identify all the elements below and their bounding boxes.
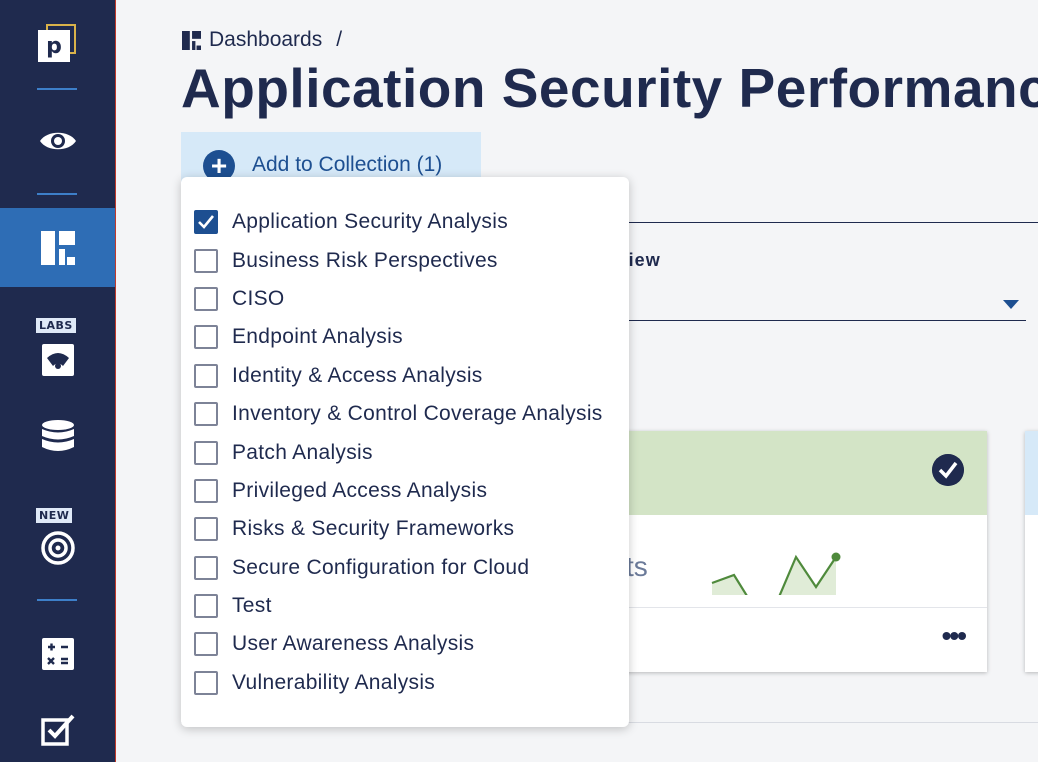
check-icon — [198, 215, 215, 230]
collection-option-label: Application Security Analysis — [232, 210, 508, 234]
collection-option[interactable]: Identity & Access Analysis — [181, 357, 629, 395]
checkbox-unchecked[interactable] — [194, 632, 218, 657]
checkbox-unchecked[interactable] — [194, 402, 218, 427]
database-icon — [41, 420, 74, 451]
collections-dropdown: Application Security Analysis Business Ri… — [181, 177, 629, 727]
target-icon — [40, 531, 75, 565]
breadcrumb-dashboards-link[interactable]: Dashboards — [209, 28, 322, 52]
checkbox-unchecked[interactable] — [194, 517, 218, 542]
collection-option-label: Vulnerability Analysis — [232, 670, 436, 694]
sidebar: p LABS NEW — [0, 0, 116, 762]
checkbox-unchecked[interactable] — [194, 670, 218, 695]
collection-option[interactable]: Endpoint Analysis — [181, 318, 629, 356]
check-circle-icon — [932, 454, 964, 486]
sidebar-item-data[interactable] — [0, 414, 115, 460]
sidebar-item-views[interactable] — [0, 112, 115, 170]
collection-option-label: Secure Configuration for Cloud — [232, 555, 530, 579]
page-title: Application Security Performance — [181, 57, 1038, 119]
checkbox-unchecked[interactable] — [194, 325, 218, 350]
sidebar-item-calculator[interactable] — [0, 634, 115, 674]
chevron-down-icon[interactable] — [1003, 300, 1019, 309]
breadcrumb: Dashboards / — [182, 28, 342, 52]
collection-option-label: Identity & Access Analysis — [232, 363, 483, 387]
card-metric-label: ts — [626, 551, 648, 582]
logo-letter: p — [38, 30, 70, 62]
checkbox-unchecked[interactable] — [194, 440, 218, 465]
sparkline-chart — [711, 552, 841, 595]
sidebar-item-tasks[interactable] — [0, 710, 115, 750]
collection-option-label: Business Risk Perspectives — [232, 248, 498, 272]
collection-option[interactable]: User Awareness Analysis — [181, 625, 629, 663]
sidebar-divider — [37, 88, 77, 90]
breadcrumb-separator: / — [336, 28, 343, 51]
checkbox-unchecked[interactable] — [194, 555, 218, 580]
dashboard-card[interactable] — [1025, 431, 1038, 672]
more-options-button[interactable]: ••• — [942, 620, 967, 652]
collection-option-label: User Awareness Analysis — [232, 632, 475, 656]
eye-icon — [39, 132, 76, 150]
collection-option[interactable]: CISO — [181, 280, 629, 318]
collection-option-label: Test — [232, 594, 272, 618]
app-logo[interactable]: p — [38, 24, 76, 62]
checkbox-unchecked[interactable] — [194, 248, 218, 273]
add-to-collection-label: Add to Collection (1) — [252, 153, 443, 176]
checkbox-unchecked[interactable] — [194, 286, 218, 311]
card-header — [1025, 431, 1038, 515]
view-select[interactable] — [600, 320, 1026, 321]
collection-option[interactable]: Business Risk Perspectives — [181, 241, 629, 279]
labs-gauge-icon — [41, 344, 74, 376]
calculator-icon — [41, 638, 74, 670]
checkbox-unchecked[interactable] — [194, 594, 218, 619]
sidebar-item-labs[interactable] — [0, 340, 115, 380]
collection-option-label: Risks & Security Frameworks — [232, 517, 515, 541]
collection-option[interactable]: Privileged Access Analysis — [181, 472, 629, 510]
checkbox-checked[interactable] — [194, 210, 218, 235]
collection-option[interactable]: Secure Configuration for Cloud — [181, 549, 629, 587]
checkbox-icon — [40, 714, 74, 746]
sidebar-divider — [37, 599, 77, 601]
collection-option[interactable]: Risks & Security Frameworks — [181, 510, 629, 548]
collection-option[interactable]: Vulnerability Analysis — [181, 664, 629, 702]
checkbox-unchecked[interactable] — [194, 478, 218, 503]
new-badge: NEW — [36, 508, 73, 523]
collection-option-label: Patch Analysis — [232, 440, 373, 464]
dashboard-icon — [182, 30, 201, 50]
checkbox-unchecked[interactable] — [194, 363, 218, 388]
card-body: ts — [600, 515, 987, 608]
collection-option-label: Privileged Access Analysis — [232, 478, 488, 502]
collection-option-label: Inventory & Control Coverage Analysis — [232, 402, 603, 426]
collection-option-label: CISO — [232, 286, 285, 310]
collection-option[interactable]: Inventory & Control Coverage Analysis — [181, 395, 629, 433]
sidebar-divider — [37, 193, 77, 195]
collection-option[interactable]: Patch Analysis — [181, 433, 629, 471]
collection-option[interactable]: Test — [181, 587, 629, 625]
tabs-underline — [600, 222, 1038, 223]
dashboard-card[interactable]: ts ••• — [600, 431, 987, 672]
labs-badge: LABS — [36, 318, 76, 333]
sidebar-item-dashboards[interactable] — [0, 208, 115, 287]
card-header — [600, 431, 987, 515]
collection-option-label: Endpoint Analysis — [232, 325, 403, 349]
dashboard-icon — [40, 230, 75, 265]
sidebar-item-goals[interactable] — [0, 528, 115, 568]
collection-option[interactable]: Application Security Analysis — [181, 203, 629, 241]
